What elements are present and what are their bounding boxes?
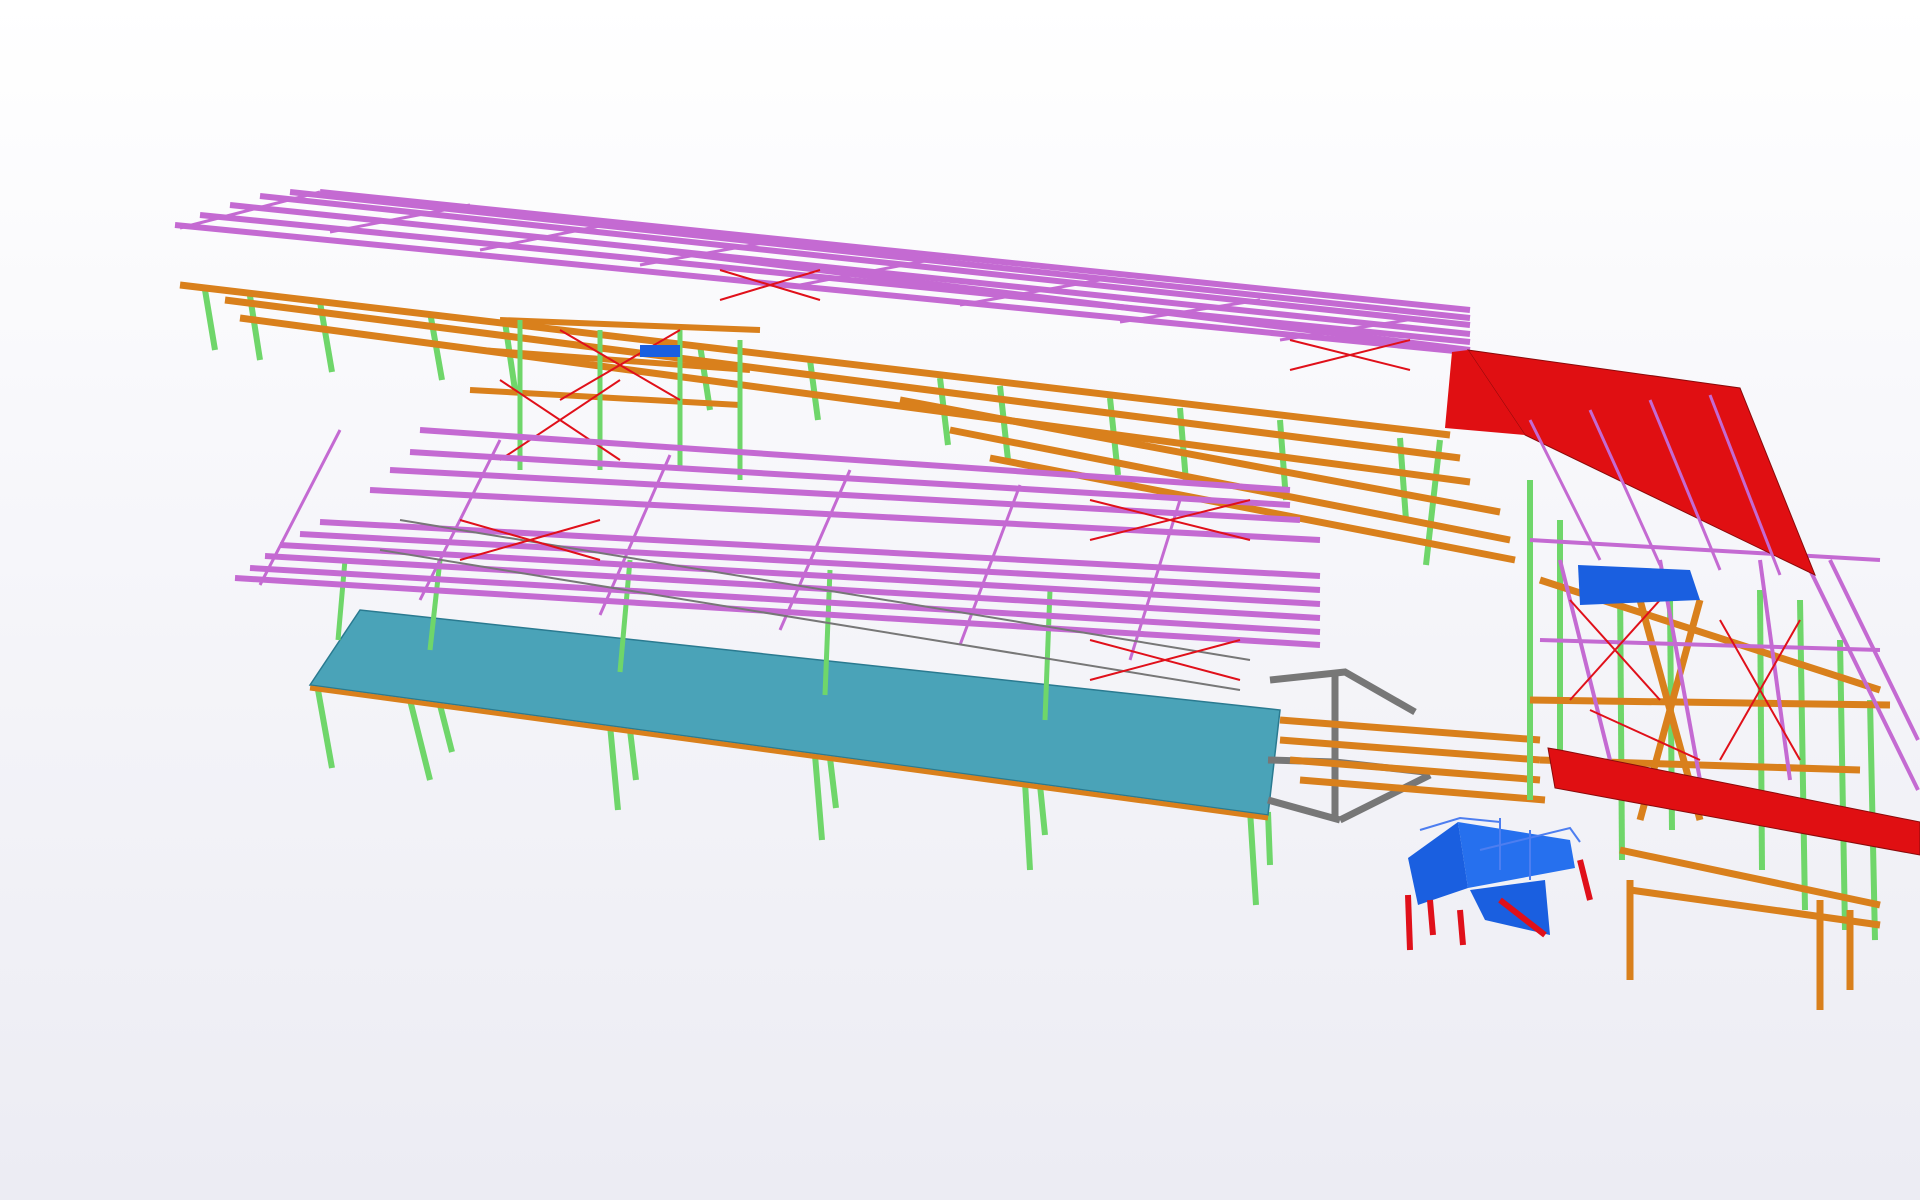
lower-roof-purlins [234,427,1321,648]
north-wing-colonnade [174,189,1516,566]
east-wing-upper-stair [1578,565,1700,605]
3d-model-viewport[interactable] [0,0,1920,1200]
red-roof-wing [1466,349,1816,577]
tower-stair [640,345,680,357]
steel-stair [1405,816,1593,951]
grey-connector-bridge [1267,668,1546,824]
north-roof-purlins [174,189,1471,355]
